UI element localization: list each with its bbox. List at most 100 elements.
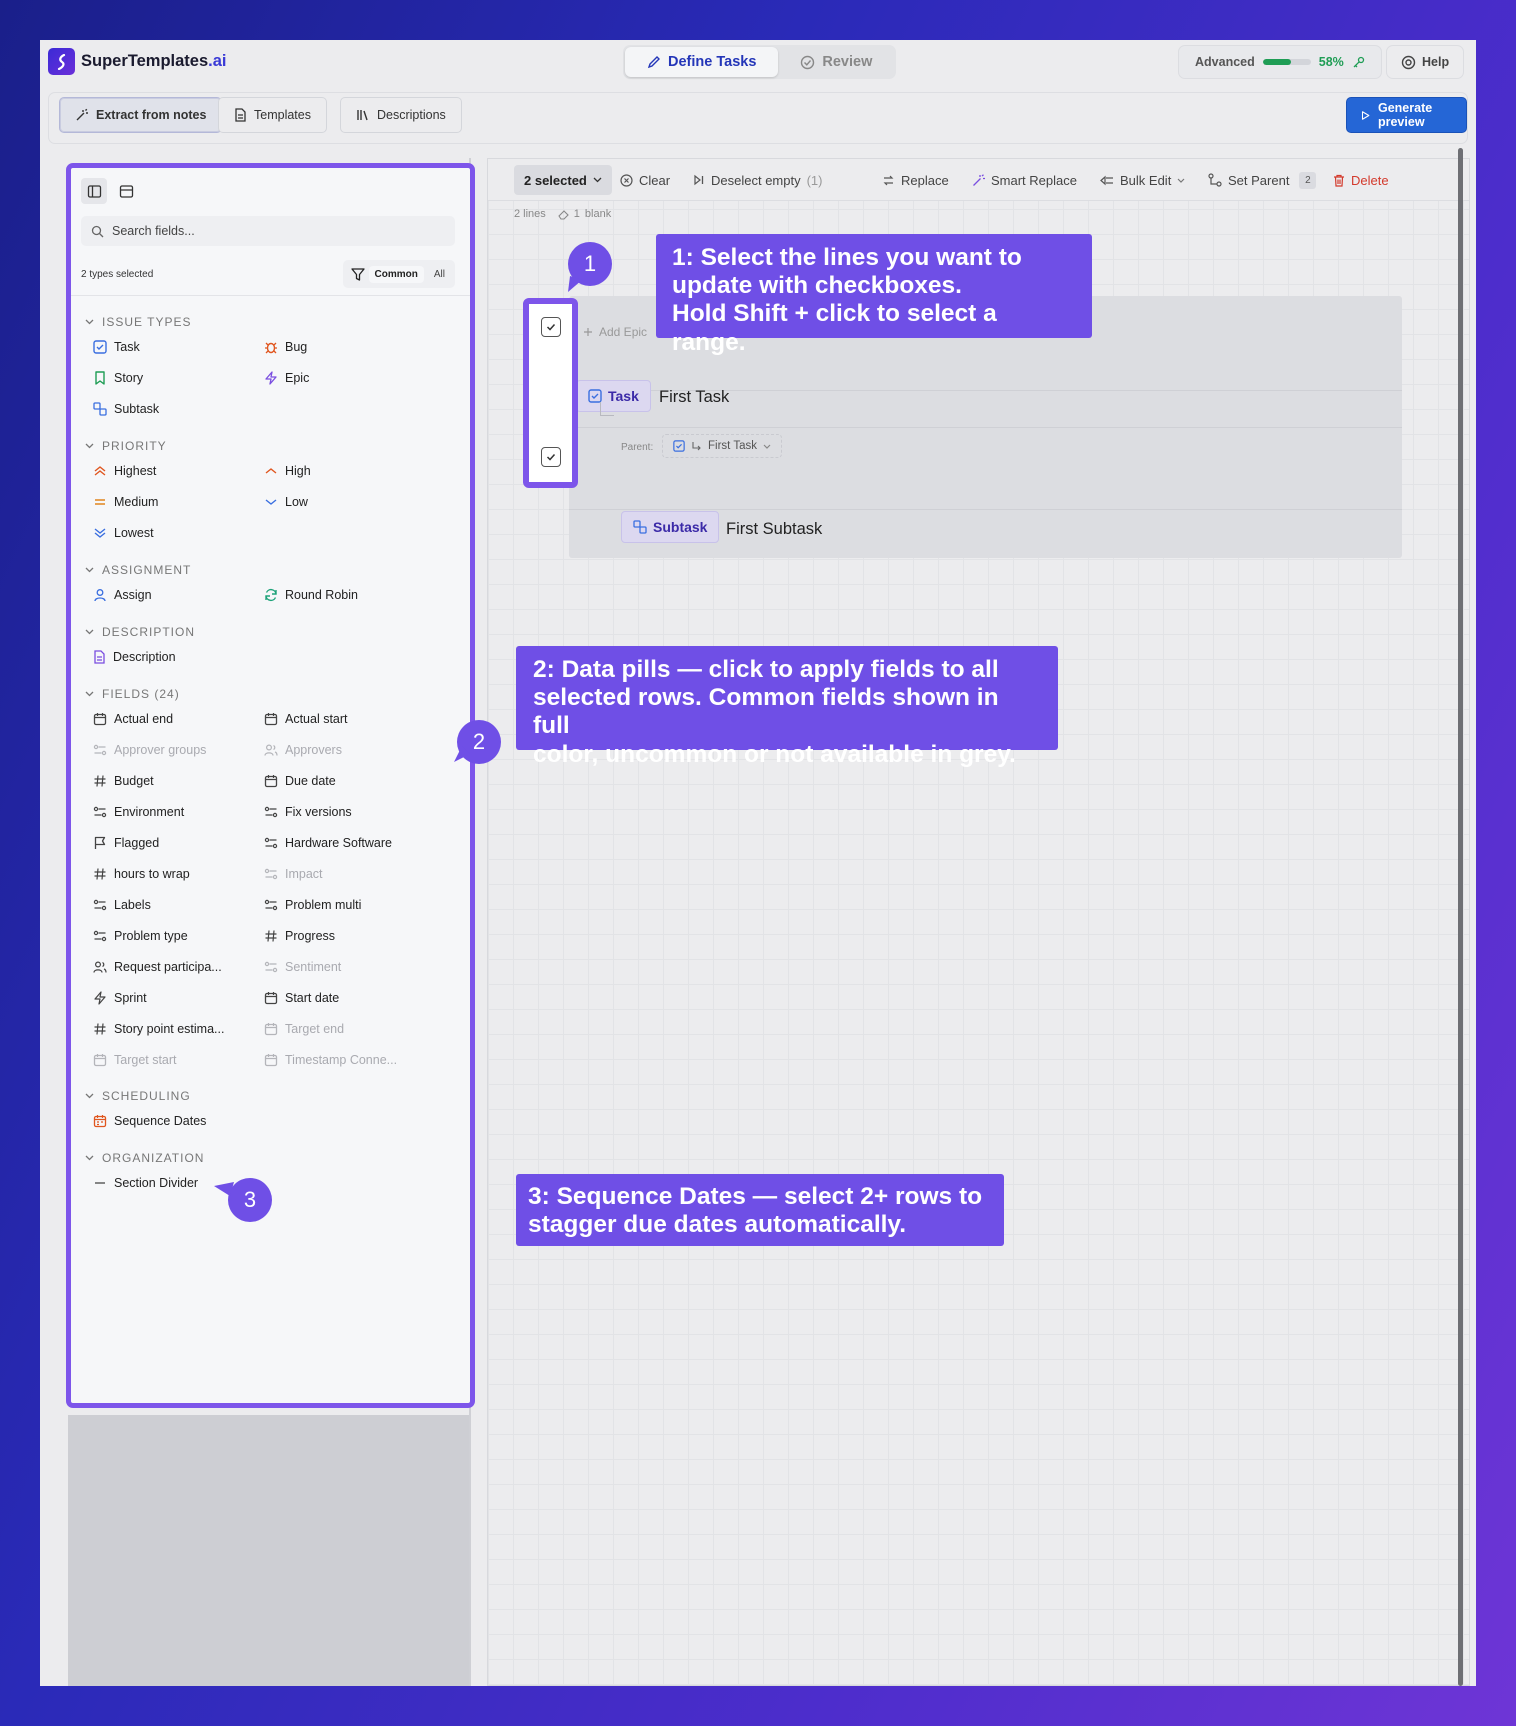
panel-layout-icon (119, 184, 133, 198)
sprint-icon (94, 991, 106, 1005)
pill-task[interactable]: Task (93, 340, 140, 354)
chevron-down-icon (1177, 178, 1185, 183)
pill-field[interactable]: Target start (93, 1053, 177, 1067)
callout-1: 1: Select the lines you want to update w… (656, 234, 1092, 356)
selection-dropdown[interactable]: 2 selected (514, 165, 612, 195)
pill-field[interactable]: Approver groups (93, 743, 206, 757)
key-icon (1353, 56, 1364, 67)
pill-field[interactable]: Progress (264, 929, 335, 943)
section-fields[interactable]: FIELDS (24) (85, 687, 180, 701)
pill-field[interactable]: Sprint (93, 991, 147, 1005)
clear-selection-button[interactable]: Clear (620, 165, 670, 195)
pill-field[interactable]: hours to wrap (93, 867, 190, 881)
button-label: Templates (254, 108, 311, 122)
editor-scrollbar[interactable] (1458, 148, 1463, 1686)
pill-label: Subtask (114, 402, 160, 416)
pill-field[interactable]: Environment (93, 805, 184, 819)
section-organization[interactable]: ORGANIZATION (85, 1151, 204, 1165)
panel-divider (71, 295, 470, 296)
pill-medium[interactable]: Medium (93, 495, 158, 509)
pill-high[interactable]: High (264, 464, 311, 478)
callout-3: 3: Sequence Dates — select 2+ rows to st… (516, 1174, 1004, 1246)
pill-label: Fix versions (285, 805, 352, 819)
delete-button[interactable]: Delete (1333, 165, 1389, 195)
pill-field[interactable]: Actual end (93, 712, 173, 726)
check-icon (546, 453, 556, 461)
app-logo[interactable]: SuperTemplates.ai (48, 48, 227, 75)
panel-view-button[interactable] (113, 178, 139, 204)
row-checkbox[interactable] (541, 317, 561, 337)
smart-replace-button[interactable]: Smart Replace (972, 165, 1077, 195)
descriptions-button[interactable]: Descriptions (340, 97, 462, 133)
users-icon (264, 744, 278, 756)
set-parent-button[interactable]: Set Parent 2 (1208, 165, 1317, 195)
parent-select[interactable]: First Task (662, 434, 782, 458)
trash-icon (1334, 174, 1344, 187)
add-epic-button[interactable]: Add Epic (583, 325, 647, 339)
pill-story[interactable]: Story (93, 371, 143, 385)
pill-field[interactable]: Problem multi (264, 898, 361, 912)
search-placeholder: Search fields... (112, 224, 195, 238)
pill-epic[interactable]: Epic (264, 371, 309, 385)
pill-low[interactable]: Low (264, 495, 308, 509)
pill-description[interactable]: Description (93, 650, 176, 664)
pill-field[interactable]: Budget (93, 774, 154, 788)
row-divider (569, 427, 1402, 428)
section-issue-types[interactable]: ISSUE TYPES (85, 315, 191, 329)
pill-field[interactable]: Impact (264, 867, 323, 881)
replace-button[interactable]: Replace (882, 165, 949, 195)
pill-field[interactable]: Flagged (93, 836, 159, 850)
pill-bug[interactable]: Bug (264, 340, 307, 354)
line-count: 2 lines (514, 208, 546, 220)
pill-round-robin[interactable]: Round Robin (264, 588, 358, 602)
calendar-range-icon (93, 1115, 107, 1128)
pill-field[interactable]: Sentiment (264, 960, 341, 974)
pill-field[interactable]: Story point estima... (93, 1022, 224, 1036)
pill-lowest[interactable]: Lowest (93, 526, 154, 540)
pill-field[interactable]: Labels (93, 898, 151, 912)
filter-common[interactable]: Common (368, 265, 424, 283)
section-assignment[interactable]: ASSIGNMENT (85, 563, 191, 577)
bug-icon (265, 342, 277, 354)
pill-sequence-dates[interactable]: Sequence Dates (93, 1114, 206, 1128)
row-title[interactable]: First Subtask (726, 520, 822, 539)
help-button[interactable]: Help (1386, 45, 1465, 79)
templates-button[interactable]: Templates (218, 97, 327, 133)
filter-all[interactable]: All (428, 266, 451, 283)
pill-field[interactable]: Approvers (264, 743, 342, 757)
pill-field[interactable]: Hardware Software (264, 836, 392, 850)
deselect-empty-button[interactable]: Deselect empty (1) (693, 165, 822, 195)
pill-subtask[interactable]: Subtask (93, 402, 159, 416)
section-scheduling[interactable]: SCHEDULING (85, 1089, 191, 1103)
row-type-subtask[interactable]: Subtask (621, 511, 720, 543)
generate-preview-button[interactable]: Generate preview (1346, 97, 1467, 133)
tab-define-tasks[interactable]: Define Tasks (625, 47, 779, 77)
row-title[interactable]: First Task (659, 388, 729, 407)
pill-field[interactable]: Start date (264, 991, 339, 1005)
pill-field[interactable]: Target end (264, 1022, 344, 1036)
pill-field[interactable]: Fix versions (264, 805, 352, 819)
pill-assign[interactable]: Assign (93, 588, 152, 602)
source-toolbar: Extract from notes Templates Description… (48, 92, 1468, 144)
section-priority[interactable]: PRIORITY (85, 439, 167, 453)
button-label: Replace (901, 172, 949, 188)
field-search-input[interactable]: Search fields... (81, 216, 455, 246)
bulk-edit-dropdown[interactable]: Bulk Edit (1100, 165, 1185, 195)
sidebar-view-button[interactable] (81, 178, 107, 204)
row-checkbox[interactable] (541, 447, 561, 467)
pill-highest[interactable]: Highest (93, 464, 156, 478)
extract-from-notes-button[interactable]: Extract from notes (59, 97, 223, 133)
pill-field[interactable]: Actual start (264, 712, 348, 726)
pill-field[interactable]: Request participa... (93, 960, 222, 974)
button-label: Clear (639, 172, 671, 188)
pill-field[interactable]: Due date (264, 774, 336, 788)
section-description[interactable]: DESCRIPTION (85, 625, 195, 639)
skill-progress[interactable]: Advanced 58% (1178, 45, 1382, 79)
left-column-background (68, 1415, 471, 1686)
tab-review[interactable]: Review (778, 47, 894, 77)
pill-field[interactable]: Problem type (93, 929, 188, 943)
pill-section-divider[interactable]: Section Divider (93, 1176, 198, 1190)
hash-icon (265, 930, 277, 942)
button-label: Delete (1351, 172, 1389, 188)
pill-field[interactable]: Timestamp Conne... (264, 1053, 397, 1067)
